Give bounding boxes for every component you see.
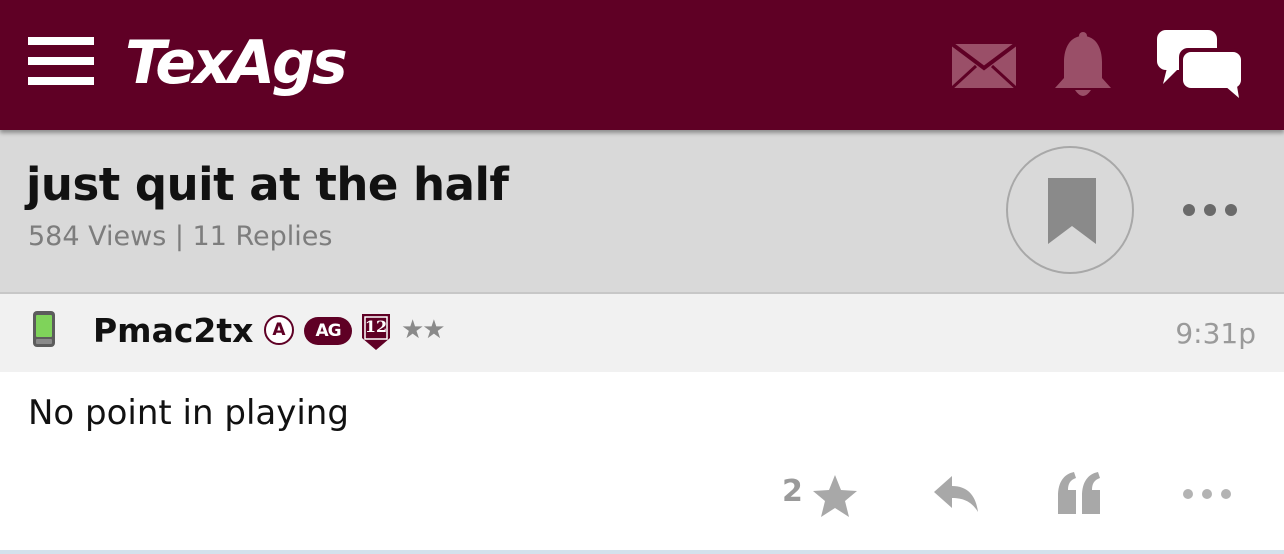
thread-header: just quit at the half 584 Views | 11 Rep… xyxy=(0,130,1284,294)
texags-logo[interactable]: TexAgs xyxy=(125,28,348,98)
mail-icon[interactable] xyxy=(950,42,1018,90)
badge-ag: AG xyxy=(304,317,352,345)
badge-number: 12 xyxy=(364,317,388,336)
menu-line xyxy=(28,37,94,45)
bookmark-icon xyxy=(1048,178,1096,244)
menu-icon[interactable] xyxy=(28,37,94,85)
post-actions: 2 xyxy=(0,464,1284,524)
star-icon[interactable] xyxy=(812,474,858,518)
badge-a: A xyxy=(264,315,294,345)
menu-line xyxy=(28,57,94,65)
star-count: 2 xyxy=(782,474,803,509)
reply-icon[interactable] xyxy=(932,474,980,514)
top-navigation-bar: TexAgs xyxy=(0,0,1284,130)
post-author[interactable]: Pmac2tx xyxy=(93,311,253,350)
menu-line xyxy=(28,77,94,85)
phone-icon xyxy=(32,310,56,348)
chat-icon[interactable] xyxy=(1155,28,1245,98)
post-more-options-icon[interactable] xyxy=(1180,486,1234,502)
rank-stars: ★★ xyxy=(401,315,446,345)
quote-icon[interactable] xyxy=(1056,472,1102,514)
post-timestamp: 9:31p xyxy=(1175,317,1256,350)
bell-icon[interactable] xyxy=(1050,32,1116,100)
more-options-icon[interactable] xyxy=(1180,202,1240,218)
thread-title: just quit at the half xyxy=(26,158,509,211)
bookmark-button[interactable] xyxy=(1006,146,1134,274)
divider xyxy=(0,550,1284,554)
post-body: No point in playing xyxy=(28,393,349,433)
thread-stats: 584 Views | 11 Replies xyxy=(28,221,333,252)
post-header: Pmac2tx A AG 12 ★★ 9:31p xyxy=(0,294,1284,372)
